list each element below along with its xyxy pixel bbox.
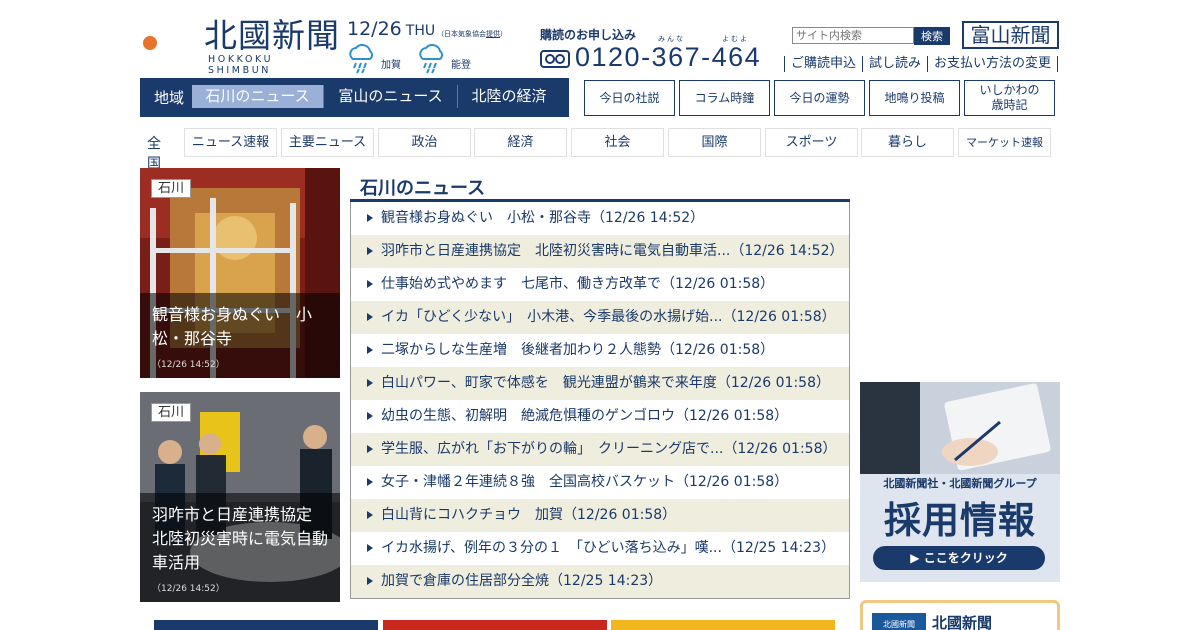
card-time: （12/26 14:52）	[152, 360, 225, 370]
date: 12/26	[347, 18, 402, 40]
region-tag: 石川	[151, 179, 191, 198]
triangle-bullet-icon	[367, 412, 373, 420]
triangle-bullet-icon	[367, 577, 373, 585]
news-item[interactable]: 観音様お身ぬぐい 小松・那谷寺（12/26 14:52）	[351, 202, 849, 235]
tab-hokuriku-economy[interactable]: 北陸の経済	[458, 85, 560, 108]
news-item[interactable]: 仕事始め式やめます 七尾市、働き方改革で（12/26 01:58）	[351, 268, 849, 301]
region-tag: 石川	[151, 403, 191, 422]
tab-ishikawa[interactable]: 石川のニュース	[192, 85, 324, 108]
horoscope-button[interactable]: 今日の運勢	[774, 80, 865, 116]
news-item[interactable]: 白山パワー、町家で体感を 観光連盟が鶴来で来年度（12/26 01:58）	[351, 367, 849, 400]
weather-kaga-label: 加賀	[381, 60, 401, 71]
bottom-banner-3[interactable]	[611, 620, 835, 630]
subscribe-phone[interactable]: 0120-367-464	[575, 42, 761, 73]
news-item[interactable]: 女子・津幡２年連続８強 全国高校バスケット（12/26 01:58）	[351, 466, 849, 499]
triangle-bullet-icon	[367, 247, 373, 255]
hokkoku-promo-box[interactable]: 北國新聞 北國新聞	[860, 600, 1060, 630]
card-title[interactable]: 羽咋市と日産連携協定 北陸初災害時に電気自動車活用	[152, 503, 328, 575]
genre-breaking[interactable]: ニュース速報	[184, 128, 277, 157]
card-caption: 観音様お身ぬぐい 小松・那谷寺 （12/26 14:52）	[140, 293, 340, 378]
region-label: 地域	[154, 89, 185, 107]
search-input[interactable]	[792, 27, 914, 44]
hokkoku-logo-icon	[143, 20, 192, 64]
genre-life[interactable]: 暮らし	[861, 128, 954, 157]
card-title[interactable]: 観音様お身ぬぐい 小松・那谷寺	[152, 303, 328, 351]
triangle-bullet-icon	[367, 313, 373, 321]
ishikawa-news: 石川のニュース 観音様お身ぬぐい 小松・那谷寺（12/26 14:52） 羽咋市…	[350, 168, 850, 599]
genre-top[interactable]: 主要ニュース	[281, 128, 374, 157]
day-of-week: THU	[405, 23, 436, 39]
ad-subtitle: 北國新聞社・北國新聞グループ	[883, 477, 1037, 490]
genre-sports[interactable]: スポーツ	[765, 128, 858, 157]
rain-cloud-icon	[349, 44, 373, 74]
region-nav: 地域 石川のニュース 富山のニュース 北陸の経済	[140, 78, 569, 117]
news-item[interactable]: 白山背にコハクチョウ 加賀（12/26 01:58）	[351, 499, 849, 532]
search-button[interactable]: 検索	[914, 27, 950, 45]
weather-credit: （日本気象協会提供）	[437, 30, 507, 38]
column-jisho-button[interactable]: コラム時鐘	[679, 80, 770, 116]
genre-national[interactable]: 全国	[147, 133, 161, 173]
tab-toyama[interactable]: 富山のニュース	[324, 85, 458, 108]
triangle-bullet-icon	[367, 280, 373, 288]
news-heading: 石川のニュース	[350, 168, 850, 202]
genre-society[interactable]: 社会	[571, 128, 664, 157]
card-time: （12/26 14:52）	[152, 584, 225, 594]
weather-credit-link[interactable]: 提供	[486, 30, 500, 38]
promo-logo: 北國新聞	[872, 613, 926, 630]
triangle-bullet-icon	[367, 445, 373, 453]
triangle-bullet-icon	[367, 544, 373, 552]
photo-card[interactable]: 石川 羽咋市と日産連携協定 北陸初災害時に電気自動車活用 （12/26 14:5…	[140, 392, 340, 602]
news-item[interactable]: 学生服、広がれ「お下がりの輪」 クリーニング店で...（12/26 01:58）	[351, 433, 849, 466]
genre-market[interactable]: マーケット速報	[958, 128, 1051, 157]
triangle-bullet-icon	[367, 511, 373, 519]
news-item[interactable]: 羽咋市と日産連携協定 北陸初災害時に電気自動車活...（12/26 14:52）	[351, 235, 849, 268]
triangle-bullet-icon	[367, 214, 373, 222]
ad-click-button[interactable]: ▶ ここをクリック	[873, 546, 1045, 570]
reader-post-button[interactable]: 地鳴り投稿	[869, 80, 960, 116]
genre-economy[interactable]: 経済	[474, 128, 567, 157]
weather-noto-label: 能登	[451, 60, 471, 71]
ad-title: 採用情報	[884, 499, 1036, 542]
weather-noto[interactable]: 能登	[417, 44, 487, 74]
genre-international[interactable]: 国際	[668, 128, 761, 157]
subscribe-title: 購読のお申し込み	[540, 28, 637, 42]
free-dial-icon	[540, 50, 570, 68]
bottom-banner-1[interactable]	[154, 620, 378, 630]
bottom-banner-2[interactable]	[383, 620, 607, 630]
triangle-bullet-icon	[367, 379, 373, 387]
recruit-ad-banner[interactable]: 北國新聞社・北國新聞グループ 採用情報 ▶ ここをクリック	[860, 382, 1060, 582]
seasonal-calendar-button[interactable]: いしかわの 歳時記	[964, 80, 1055, 116]
link-subscribe[interactable]: ご購読申込	[784, 56, 862, 72]
news-item[interactable]: イカ水揚げ、例年の３分の１ 「ひどい落ち込み」嘆...（12/25 14:23）	[351, 532, 849, 565]
link-payment-change[interactable]: お支払い方法の変更	[927, 56, 1059, 72]
photo-card[interactable]: 石川 観音様お身ぬぐい 小松・那谷寺 （12/26 14:52）	[140, 168, 340, 378]
promo-title: 北國新聞	[932, 614, 993, 630]
subscription-links: ご購読申込 試し読み お支払い方法の変更	[784, 56, 1059, 74]
link-trial[interactable]: 試し読み	[862, 56, 927, 72]
news-item[interactable]: 幼虫の生態、初解明 絶滅危惧種のゲンゴロウ（12/26 01:58）	[351, 400, 849, 433]
logo-subtitle: HOKKOKU SHIMBUN	[208, 54, 274, 76]
news-item[interactable]: 二塚からしな生産増 後継者加わり２人態勢（12/26 01:58）	[351, 334, 849, 367]
toyama-shimbun-button[interactable]: 富山新聞	[962, 21, 1059, 49]
hand-writing-photo	[860, 382, 1060, 474]
rain-cloud-icon	[419, 44, 443, 74]
genre-politics[interactable]: 政治	[378, 128, 471, 157]
weather-kaga[interactable]: 加賀	[347, 44, 417, 74]
logo-title: 北國新聞	[204, 16, 340, 55]
news-item[interactable]: 加賀で倉庫の住居部分全焼（12/25 14:23）	[351, 565, 849, 598]
triangle-bullet-icon	[367, 478, 373, 486]
card-caption: 羽咋市と日産連携協定 北陸初災害時に電気自動車活用 （12/26 14:52）	[140, 493, 340, 602]
editorial-button[interactable]: 今日の社説	[584, 80, 675, 116]
news-item[interactable]: イカ「ひどく少ない」 小木港、今季最後の水揚げ始...（12/26 01:58）	[351, 301, 849, 334]
date-weather: 12/26 THU （日本気象協会提供） 加賀 能登	[347, 18, 507, 74]
news-list: 観音様お身ぬぐい 小松・那谷寺（12/26 14:52） 羽咋市と日産連携協定 …	[350, 202, 850, 599]
triangle-bullet-icon	[367, 346, 373, 354]
site-logo[interactable]: 北國新聞 HOKKOKU SHIMBUN	[140, 14, 340, 76]
